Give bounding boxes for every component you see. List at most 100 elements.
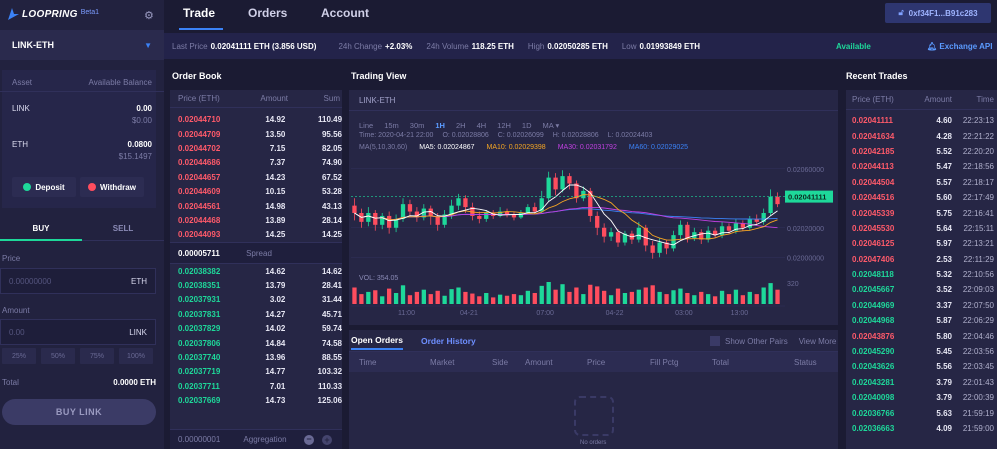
candle-body xyxy=(685,224,690,239)
volume-bar xyxy=(477,296,482,304)
trade-row: 0.02036663 4.09 21:59:00 xyxy=(846,421,997,436)
bid-row[interactable]: 0.02037719 14.77 103.32 xyxy=(170,365,342,379)
trade-amount: 5.75 xyxy=(936,208,952,218)
percent-25-button[interactable]: 25% xyxy=(2,348,36,364)
ask-row[interactable]: 0.02044709 13.50 95.56 xyxy=(170,127,342,141)
bid-row[interactable]: 0.02038382 14.62 14.62 xyxy=(170,264,342,278)
app-logo[interactable]: LOOPRING Beta1 xyxy=(6,7,99,21)
trade-amount: 2.53 xyxy=(936,254,952,264)
volume-bar xyxy=(380,296,385,304)
trading-view-panel: LINK-ETH Line 15m 30m 1H 2H 4H 12H 1D MA… xyxy=(349,90,838,325)
ask-sum: 43.13 xyxy=(321,201,342,211)
price-input[interactable]: 0.00000000 ETH xyxy=(0,268,156,294)
candle-body xyxy=(775,196,780,205)
show-other-pairs-checkbox[interactable] xyxy=(710,336,720,346)
ask-row[interactable]: 0.02044686 7.37 74.90 xyxy=(170,156,342,170)
interval-tabs: Line 15m 30m 1H 2H 4H 12H 1D MA ▾ xyxy=(359,121,559,130)
trade-amount: 4.09 xyxy=(936,424,952,433)
volume-bar xyxy=(740,295,746,304)
ask-row[interactable]: 0.02044093 14.25 14.25 xyxy=(170,228,342,242)
buy-sell-tabs: BUY SELL xyxy=(0,219,164,241)
tab-orders[interactable]: Orders xyxy=(248,6,287,20)
volume-bar xyxy=(532,293,537,304)
wallet-address-button[interactable]: 🔓︎ 0xf34F1...B91c283 xyxy=(885,3,991,23)
info-close: C: 0.02026099 xyxy=(497,132,544,139)
percent-50-button[interactable]: 50% xyxy=(41,348,75,364)
interval-ma[interactable]: MA ▾ xyxy=(543,121,560,130)
volume-bar xyxy=(664,294,669,304)
interval-1h[interactable]: 1H xyxy=(435,121,445,130)
bid-row[interactable]: 0.02037711 7.01 110.33 xyxy=(170,379,342,393)
volume-bar xyxy=(608,295,614,304)
show-other-pairs[interactable]: Show Other Pairs View More xyxy=(710,336,836,346)
interval-15m[interactable]: 15m xyxy=(384,121,399,130)
trade-amount: 5.87 xyxy=(936,316,952,326)
amount-placeholder: 0.00 xyxy=(9,327,25,337)
bid-row[interactable]: 0.02037740 13.96 88.55 xyxy=(170,350,342,364)
x-tick-label: 04-22 xyxy=(606,310,624,317)
trade-amount: 3.37 xyxy=(936,300,952,310)
bid-row[interactable]: 0.02037669 14.73 125.06 xyxy=(170,394,342,408)
ask-row[interactable]: 0.02044702 7.15 82.05 xyxy=(170,141,342,155)
aggregation-minus-icon[interactable]: − xyxy=(304,434,314,445)
trade-amount: 3.79 xyxy=(936,377,952,387)
percent-75-button[interactable]: 75% xyxy=(80,348,114,364)
tab-account[interactable]: Account xyxy=(321,6,369,20)
ask-row[interactable]: 0.02044468 13.89 28.14 xyxy=(170,213,342,227)
market-selector[interactable]: LINK-ETH ▼ xyxy=(0,30,164,60)
interval-12h[interactable]: 12H xyxy=(497,121,511,130)
total-row: Total 0.0000 ETH xyxy=(2,378,156,387)
bid-sum: 28.41 xyxy=(321,281,343,291)
candle-body xyxy=(407,204,413,212)
settings-gear-icon[interactable]: ⚙ xyxy=(144,9,154,22)
volume-label: VOL: 354.05 xyxy=(359,275,398,282)
bid-row[interactable]: 0.02037831 14.27 45.71 xyxy=(170,307,342,321)
candle-body xyxy=(706,230,711,240)
buy-submit-button[interactable]: BUY LINK xyxy=(2,399,156,425)
trade-time: 22:21:22 xyxy=(962,131,994,141)
bid-row[interactable]: 0.02038351 13.79 28.41 xyxy=(170,278,342,292)
ask-price: 0.02044709 xyxy=(178,129,221,139)
tab-order-history[interactable]: Order History xyxy=(421,336,476,346)
trade-amount: 3.52 xyxy=(936,285,952,295)
bid-row[interactable]: 0.02037931 3.02 31.44 xyxy=(170,293,342,307)
interval-4h[interactable]: 4H xyxy=(477,121,487,130)
tab-sell[interactable]: SELL xyxy=(82,219,164,241)
interval-1d[interactable]: 1D xyxy=(522,121,532,130)
bid-row[interactable]: 0.02037829 14.02 59.74 xyxy=(170,322,342,336)
volume-bar xyxy=(407,295,413,304)
candlestick-chart[interactable]: 0.02060000 0.02020000 0.02000000 0.02041111… xyxy=(349,150,838,325)
ask-row[interactable]: 0.02044561 14.98 43.13 xyxy=(170,199,342,213)
volume-bar xyxy=(733,289,739,304)
tab-trade[interactable]: Trade xyxy=(183,6,215,20)
volume-bar xyxy=(414,291,420,304)
interval-30m[interactable]: 30m xyxy=(410,121,425,130)
trade-row: 0.02042185 5.52 22:20:20 xyxy=(846,144,997,159)
rt-price-header: Price (ETH) xyxy=(852,95,894,104)
trade-amount: 5.97 xyxy=(936,239,952,249)
ask-row[interactable]: 0.02044609 10.15 53.28 xyxy=(170,184,342,198)
percent-100-button[interactable]: 100% xyxy=(119,348,153,364)
view-more-link[interactable]: View More xyxy=(799,337,837,346)
ask-row[interactable]: 0.02044657 14.23 67.52 xyxy=(170,170,342,184)
tab-open-orders[interactable]: Open Orders xyxy=(351,335,403,350)
current-price-label: 0.02041111 xyxy=(788,193,826,202)
candle-body xyxy=(463,198,468,208)
withdraw-button[interactable]: Withdraw xyxy=(80,177,144,197)
tab-buy[interactable]: BUY xyxy=(0,219,82,241)
ohlc-info: Time: 2020-04-21 22:00 O: 0.02028806 C: … xyxy=(359,132,652,139)
bid-row[interactable]: 0.02037806 14.84 74.58 xyxy=(170,336,342,350)
amount-input[interactable]: 0.00 LINK xyxy=(0,319,156,345)
bid-amount: 14.02 xyxy=(265,324,286,334)
exchange-api-link[interactable]: 🔔︎ Exchange API xyxy=(927,42,992,51)
high-value: 0.02050285 ETH xyxy=(547,41,608,51)
interval-2h[interactable]: 2H xyxy=(456,121,466,130)
deposit-button[interactable]: Deposit xyxy=(12,177,76,197)
percent-buttons: 25% 50% 75% 100% xyxy=(2,348,153,364)
volume-bar xyxy=(491,297,496,304)
ask-row[interactable]: 0.02044710 14.92 110.49 xyxy=(170,112,342,126)
orders-amount-header: Amount xyxy=(525,357,553,367)
loopring-logo-icon xyxy=(8,8,19,20)
aggregation-plus-icon[interactable]: + xyxy=(322,434,332,445)
interval-line[interactable]: Line xyxy=(359,121,373,130)
